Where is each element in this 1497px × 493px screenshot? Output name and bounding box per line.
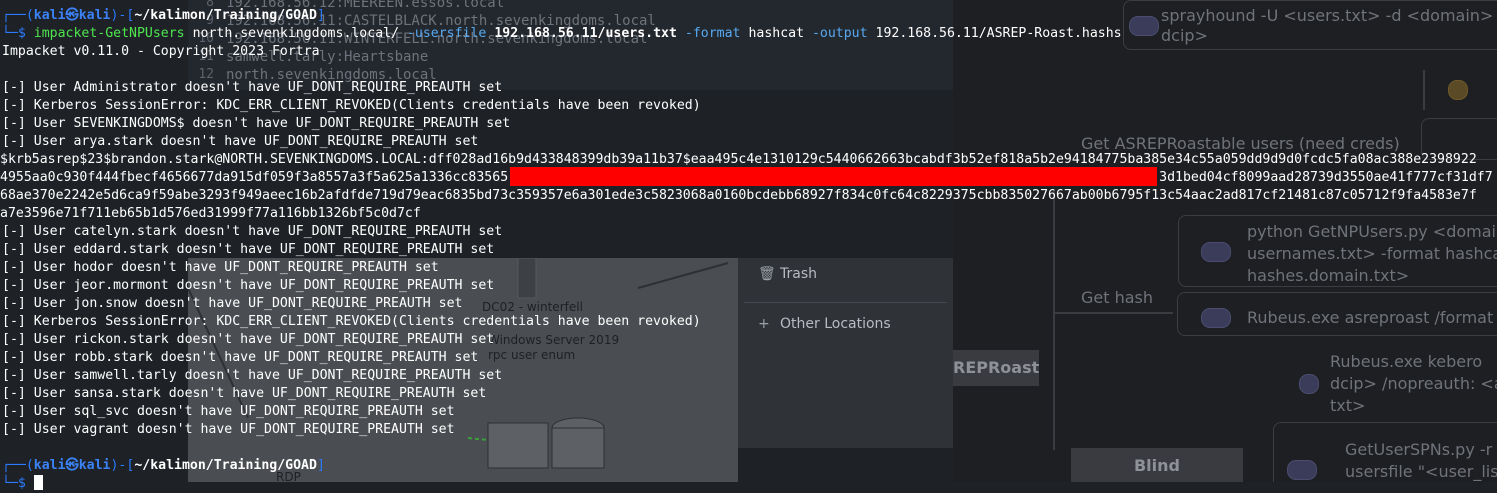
prompt-symbol: ㉿ xyxy=(65,8,79,23)
command-flag: -usersfile xyxy=(406,26,487,41)
prompt-header: ┌──(kali㉿kali)-[~/kalimon/Training/GOAD] xyxy=(2,458,325,473)
prompt-user: kali xyxy=(33,8,66,23)
prompt-path: ~/kalimon/Training/GOAD xyxy=(134,8,317,23)
prompt-symbol: ㉿ xyxy=(65,458,79,473)
command-line-empty[interactable]: └─$ xyxy=(2,475,43,493)
output-line: [-] User jon.snow doesn't have UF_DONT_R… xyxy=(2,296,463,311)
prompt-header: ┌──(kali㉿kali)-[~/kalimon/Training/GOAD] xyxy=(2,8,325,23)
output-line: [-] User Administrator doesn't have UF_D… xyxy=(2,80,503,95)
output-line: [-] User hodor doesn't have UF_DONT_REQU… xyxy=(2,260,439,275)
output-line: [-] User robb.stark doesn't have UF_DONT… xyxy=(2,350,479,365)
hash-line: 68ae370e2242e5d6ca9f59abe3293f949aeec16b… xyxy=(0,188,1477,203)
output-line: [-] User sql_svc doesn't have UF_DONT_RE… xyxy=(2,404,455,419)
prompt-host: kali xyxy=(78,458,111,473)
output-line: [-] User sansa.stark doesn't have UF_DON… xyxy=(2,386,487,401)
hash-line: a7e3596e71f711eb65b1d576ed31999f77a116bb… xyxy=(0,206,421,221)
prompt-user: kali xyxy=(33,458,66,473)
output-line: [-] User rickon.stark doesn't have UF_DO… xyxy=(2,332,495,347)
text-cursor xyxy=(33,475,43,490)
command-flag: -format xyxy=(684,26,741,41)
command-format: hashcat xyxy=(748,26,805,41)
output-line: [-] User SEVENKINGDOMS$ doesn't have UF_… xyxy=(2,116,511,131)
prompt-host: kali xyxy=(78,8,111,23)
command-tool: impacket-GetNPUsers xyxy=(33,26,185,41)
command-line[interactable]: └─$ impacket-GetNPUsers north.sevenkingd… xyxy=(2,25,1122,43)
output-line: [-] User vagrant doesn't have UF_DONT_RE… xyxy=(2,422,455,437)
output-line: [-] User catelyn.stark doesn't have UF_D… xyxy=(2,224,503,239)
redaction-bar xyxy=(510,167,1157,186)
output-line: [-] User eddard.stark doesn't have UF_DO… xyxy=(2,242,495,257)
output-line: [-] Kerberos SessionError: KDC_ERR_CLIEN… xyxy=(2,314,701,329)
output-line: [-] Kerberos SessionError: KDC_ERR_CLIEN… xyxy=(2,98,701,113)
terminal-window[interactable]: ┌──(kali㉿kali)-[~/kalimon/Training/GOAD]… xyxy=(0,0,1497,491)
command-target: north.sevenkingdoms.local/ xyxy=(192,26,400,41)
output-line: [-] User samwell.tarly doesn't have UF_D… xyxy=(2,368,503,383)
output-line: [-] User jeor.mormont doesn't have UF_DO… xyxy=(2,278,495,293)
command-flag: -output xyxy=(811,26,868,41)
command-usersfile: 192.168.56.11/users.txt xyxy=(494,26,677,41)
command-output: 192.168.56.11/ASREP-Roast.hashs xyxy=(875,26,1122,41)
banner-line: Impacket v0.11.0 - Copyright 2023 Fortra xyxy=(2,44,320,59)
prompt-path: ~/kalimon/Training/GOAD xyxy=(134,458,317,473)
output-line: [-] User arya.stark doesn't have UF_DONT… xyxy=(2,134,479,149)
